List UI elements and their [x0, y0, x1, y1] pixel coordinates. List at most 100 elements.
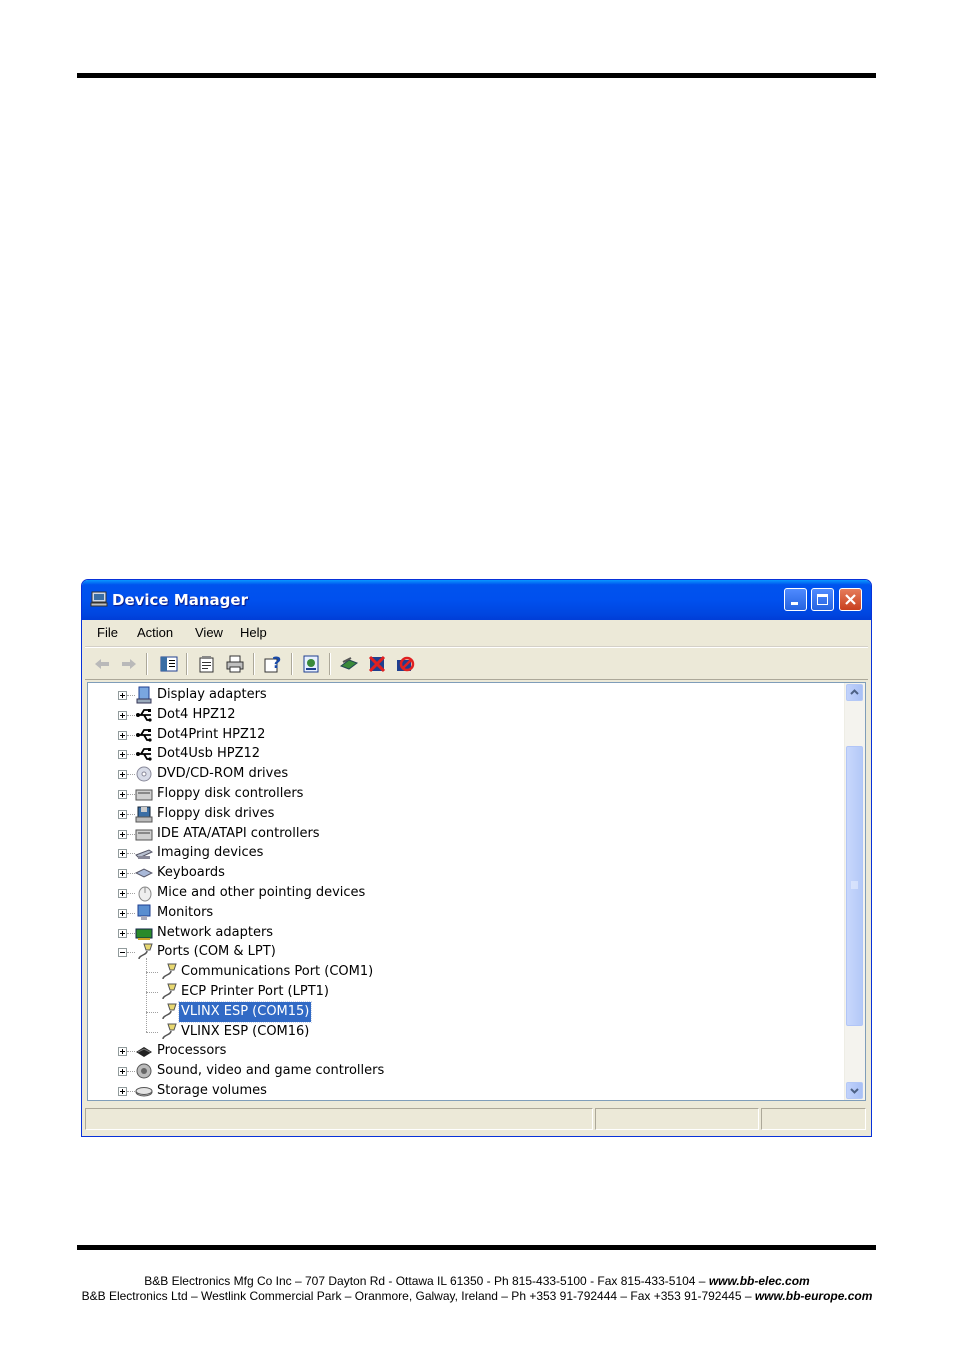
device-tree[interactable]: Display adapters Dot4 HPZ12 Dot4Print HPZ1…: [87, 682, 866, 1101]
tree-item-label: Processors: [157, 1043, 227, 1059]
computer-icon: [90, 591, 108, 607]
status-bar: [85, 1106, 868, 1132]
expand-plus-icon[interactable]: [118, 1087, 127, 1096]
expand-plus-icon[interactable]: [118, 829, 127, 839]
scroll-thumb[interactable]: [846, 746, 863, 1026]
monitor-icon: [137, 904, 151, 920]
collapse-minus-icon[interactable]: [118, 948, 127, 958]
usb-icon: [136, 748, 152, 761]
tree-device-row[interactable]: ECP Printer Port (LPT1): [88, 982, 838, 1002]
tree-category-row[interactable]: Sound, video and game controllers: [88, 1061, 838, 1081]
tree-category-row[interactable]: Floppy disk controllers: [88, 784, 838, 804]
tree-category-row[interactable]: Dot4 HPZ12: [88, 705, 838, 725]
vertical-scrollbar[interactable]: [844, 683, 865, 1100]
update-driver-icon[interactable]: [339, 654, 359, 674]
tree-item-label: Ports (COM & LPT): [157, 944, 276, 960]
properties-icon[interactable]: [197, 654, 217, 674]
network-card-icon: [135, 928, 153, 940]
expand-plus-icon[interactable]: [118, 691, 127, 700]
close-button[interactable]: [839, 588, 862, 611]
tree-category-row[interactable]: Keyboards: [88, 863, 838, 883]
tree-connector: [127, 1051, 135, 1053]
tree-category-row[interactable]: Display adapters: [88, 685, 838, 705]
expand-plus-icon[interactable]: [118, 928, 127, 938]
tree-item-label: VLINX ESP (COM16): [181, 1023, 310, 1039]
tree-category-row[interactable]: Imaging devices: [88, 843, 838, 863]
disable-icon[interactable]: [395, 654, 415, 674]
tree-category-row[interactable]: Ports (COM & LPT): [88, 942, 838, 962]
tree-connector: [127, 794, 135, 796]
expand-plus-icon[interactable]: [118, 889, 127, 898]
port-icon: [162, 1003, 177, 1019]
tree-category-row[interactable]: Processors: [88, 1041, 838, 1061]
expand-plus-icon[interactable]: [118, 1047, 127, 1057]
footer-line-2: B&B Electronics Ltd – Westlink Commercia…: [0, 1289, 954, 1303]
expand-plus-icon[interactable]: [118, 750, 127, 760]
tree-connector: [127, 714, 135, 717]
expand-plus-icon[interactable]: [118, 849, 127, 859]
expand-plus-icon[interactable]: [118, 869, 127, 879]
expand-plus-icon[interactable]: [118, 770, 127, 780]
tree-category-row[interactable]: Dot4Print HPZ12: [88, 725, 838, 745]
tree-category-row[interactable]: Dot4Usb HPZ12: [88, 744, 838, 764]
tree-item-label: Storage volumes: [157, 1083, 267, 1098]
tree-device-row[interactable]: VLINX ESP (COM15): [88, 1000, 838, 1023]
tree-connector: [127, 873, 135, 875]
footer-eu-url[interactable]: www.bb-europe.com: [755, 1289, 873, 1303]
tree-category-row[interactable]: Monitors: [88, 903, 838, 923]
tree-connector: [127, 1071, 135, 1073]
back-arrow-icon[interactable]: [92, 654, 112, 674]
tree-category-row[interactable]: IDE ATA/ATAPI controllers: [88, 824, 838, 844]
menu-file[interactable]: File: [97, 625, 118, 640]
maximize-button[interactable]: [811, 588, 834, 611]
mouse-icon: [138, 886, 152, 902]
keyboard-icon: [135, 868, 153, 878]
tree-item-label: Imaging devices: [157, 845, 264, 861]
tree-item-label: Monitors: [157, 904, 214, 920]
svg-text:?: ?: [272, 654, 281, 672]
menu-view[interactable]: View: [195, 625, 223, 640]
top-rule: [77, 73, 876, 78]
scroll-down-button[interactable]: [846, 1082, 863, 1099]
forward-arrow-icon[interactable]: [119, 654, 139, 674]
port-icon: [162, 963, 177, 980]
menu-action[interactable]: Action: [137, 625, 173, 640]
show-hide-console-tree-icon[interactable]: [159, 654, 179, 674]
tree-category-row[interactable]: Storage volumes: [88, 1081, 838, 1100]
expand-plus-icon[interactable]: [118, 730, 127, 740]
help-icon[interactable]: ?: [263, 654, 283, 674]
tree-connector: [127, 754, 135, 756]
expand-plus-icon[interactable]: [118, 790, 127, 799]
maximize-icon: [817, 594, 828, 605]
tree-category-row[interactable]: Mice and other pointing devices: [88, 883, 838, 903]
print-icon[interactable]: [225, 654, 245, 674]
tree-category-row[interactable]: DVD/CD-ROM drives: [88, 764, 838, 784]
tree-item-label: Display adapters: [157, 687, 267, 702]
tree-connector: [127, 912, 135, 915]
tree-device-row[interactable]: Communications Port (COM1): [88, 962, 838, 982]
minimize-button[interactable]: [784, 588, 807, 611]
toolbar-separator: [253, 653, 255, 675]
bottom-rule: [77, 1245, 876, 1250]
expand-plus-icon[interactable]: [118, 1067, 127, 1077]
toolbar-separator: [329, 653, 331, 675]
tree-item-label: ECP Printer Port (LPT1): [181, 984, 329, 999]
tree-device-row[interactable]: VLINX ESP (COM16): [88, 1022, 838, 1042]
expand-plus-icon[interactable]: [118, 809, 127, 819]
tree-connector: [127, 734, 135, 737]
uninstall-icon[interactable]: [367, 654, 387, 674]
menu-help[interactable]: Help: [240, 625, 267, 640]
tree-item-label: DVD/CD-ROM drives: [157, 766, 289, 782]
toolbar: ?: [85, 647, 868, 680]
scan-hardware-icon[interactable]: [301, 654, 321, 674]
title-bar[interactable]: Device Manager: [82, 580, 871, 620]
footer-us-url[interactable]: www.bb-elec.com: [709, 1274, 810, 1288]
expand-plus-icon[interactable]: [118, 710, 127, 720]
scroll-up-button[interactable]: [846, 684, 863, 701]
tree-category-row[interactable]: Floppy disk drives: [88, 804, 838, 824]
tree-category-row[interactable]: Network adapters: [88, 923, 838, 943]
status-panel: [595, 1108, 759, 1130]
tree-item-label: Communications Port (COM1): [181, 964, 374, 980]
expand-plus-icon[interactable]: [118, 908, 127, 918]
tree-item-label: Dot4Print HPZ12: [157, 726, 266, 742]
